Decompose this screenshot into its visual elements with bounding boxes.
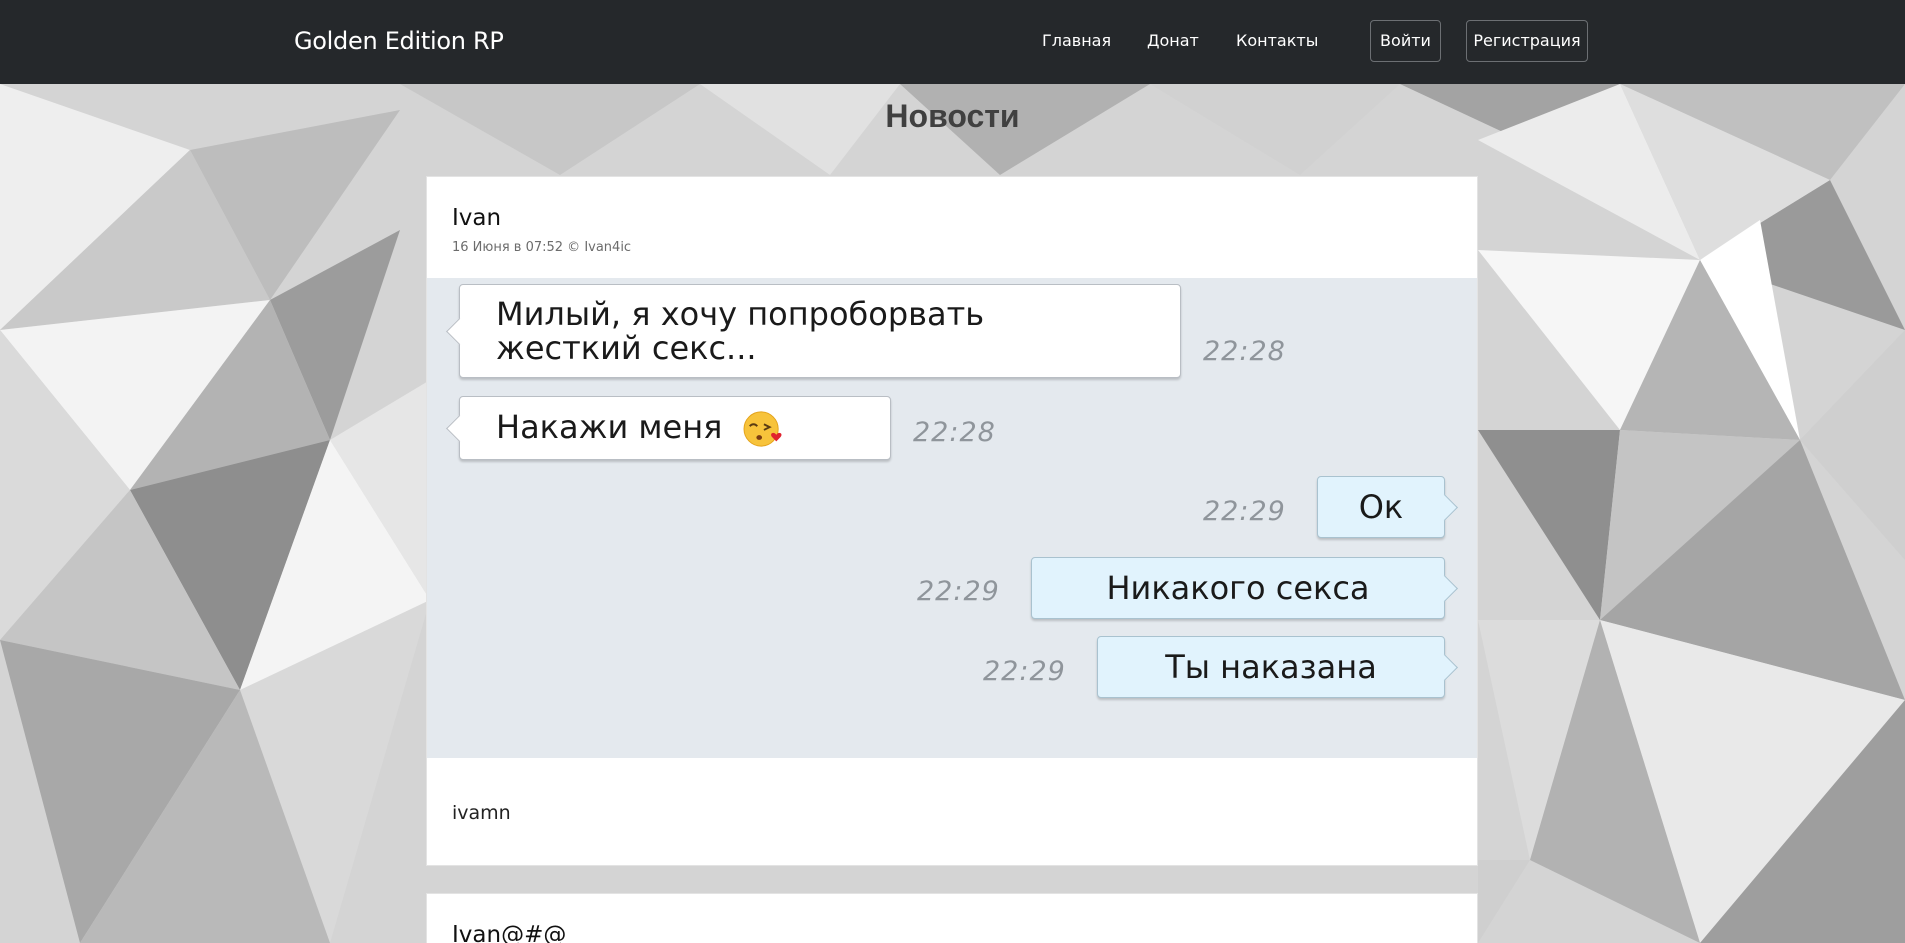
chat-message-time: 22:28 [913,417,996,448]
chat-message-time: 22:28 [1203,336,1286,367]
chat-bubble-incoming: Милый, я хочу попроборвать жесткий секс.… [446,284,1181,378]
chat-screenshot-image: Милый, я хочу попроборвать жесткий секс.… [427,278,1477,758]
nav-link-donate[interactable]: Донат [1147,31,1199,50]
chat-bubble-outgoing: Ок [1317,476,1458,538]
page-title: Новости [885,98,1020,134]
login-button[interactable]: Войти [1370,20,1441,62]
chat-message-text: Ок [1358,488,1404,526]
chat-message-text: Ты наказана [1165,648,1377,686]
chat-bubble-incoming: Накажи меня [446,396,891,460]
brand-logo[interactable]: Golden Edition RP [294,27,504,55]
nav-link-home[interactable]: Главная [1042,31,1111,50]
news-body-text: ivamn [452,802,511,824]
kissing-face-emoji-icon [743,411,782,447]
news-card: Ivan@#@ [426,893,1478,943]
news-card: Ivan 16 Июня в 07:52 © Ivan4ic Милый, я … [426,176,1478,866]
chat-message-time: 22:29 [983,656,1066,687]
chat-message-text: Милый, я хочу попроборвать жесткий секс.… [496,295,985,367]
chat-message-time: 22:29 [1203,496,1286,527]
news-meta: 16 Июня в 07:52 © Ivan4ic [452,240,632,255]
chat-bubble-outgoing: Ты наказана [1097,636,1458,698]
chat-message-text: Никакого секса [1106,569,1370,607]
register-button[interactable]: Регистрация [1466,20,1588,62]
chat-message-time: 22:29 [917,576,1000,607]
chat-bubble-outgoing: Никакого секса [1031,557,1458,619]
news-title[interactable]: Ivan [452,205,501,231]
chat-message-text: Накажи меня [496,408,723,446]
news-title[interactable]: Ivan@#@ [452,922,566,943]
nav-link-contacts[interactable]: Контакты [1236,31,1318,50]
top-navbar: Golden Edition RP Главная Донат Контакты… [0,0,1905,84]
